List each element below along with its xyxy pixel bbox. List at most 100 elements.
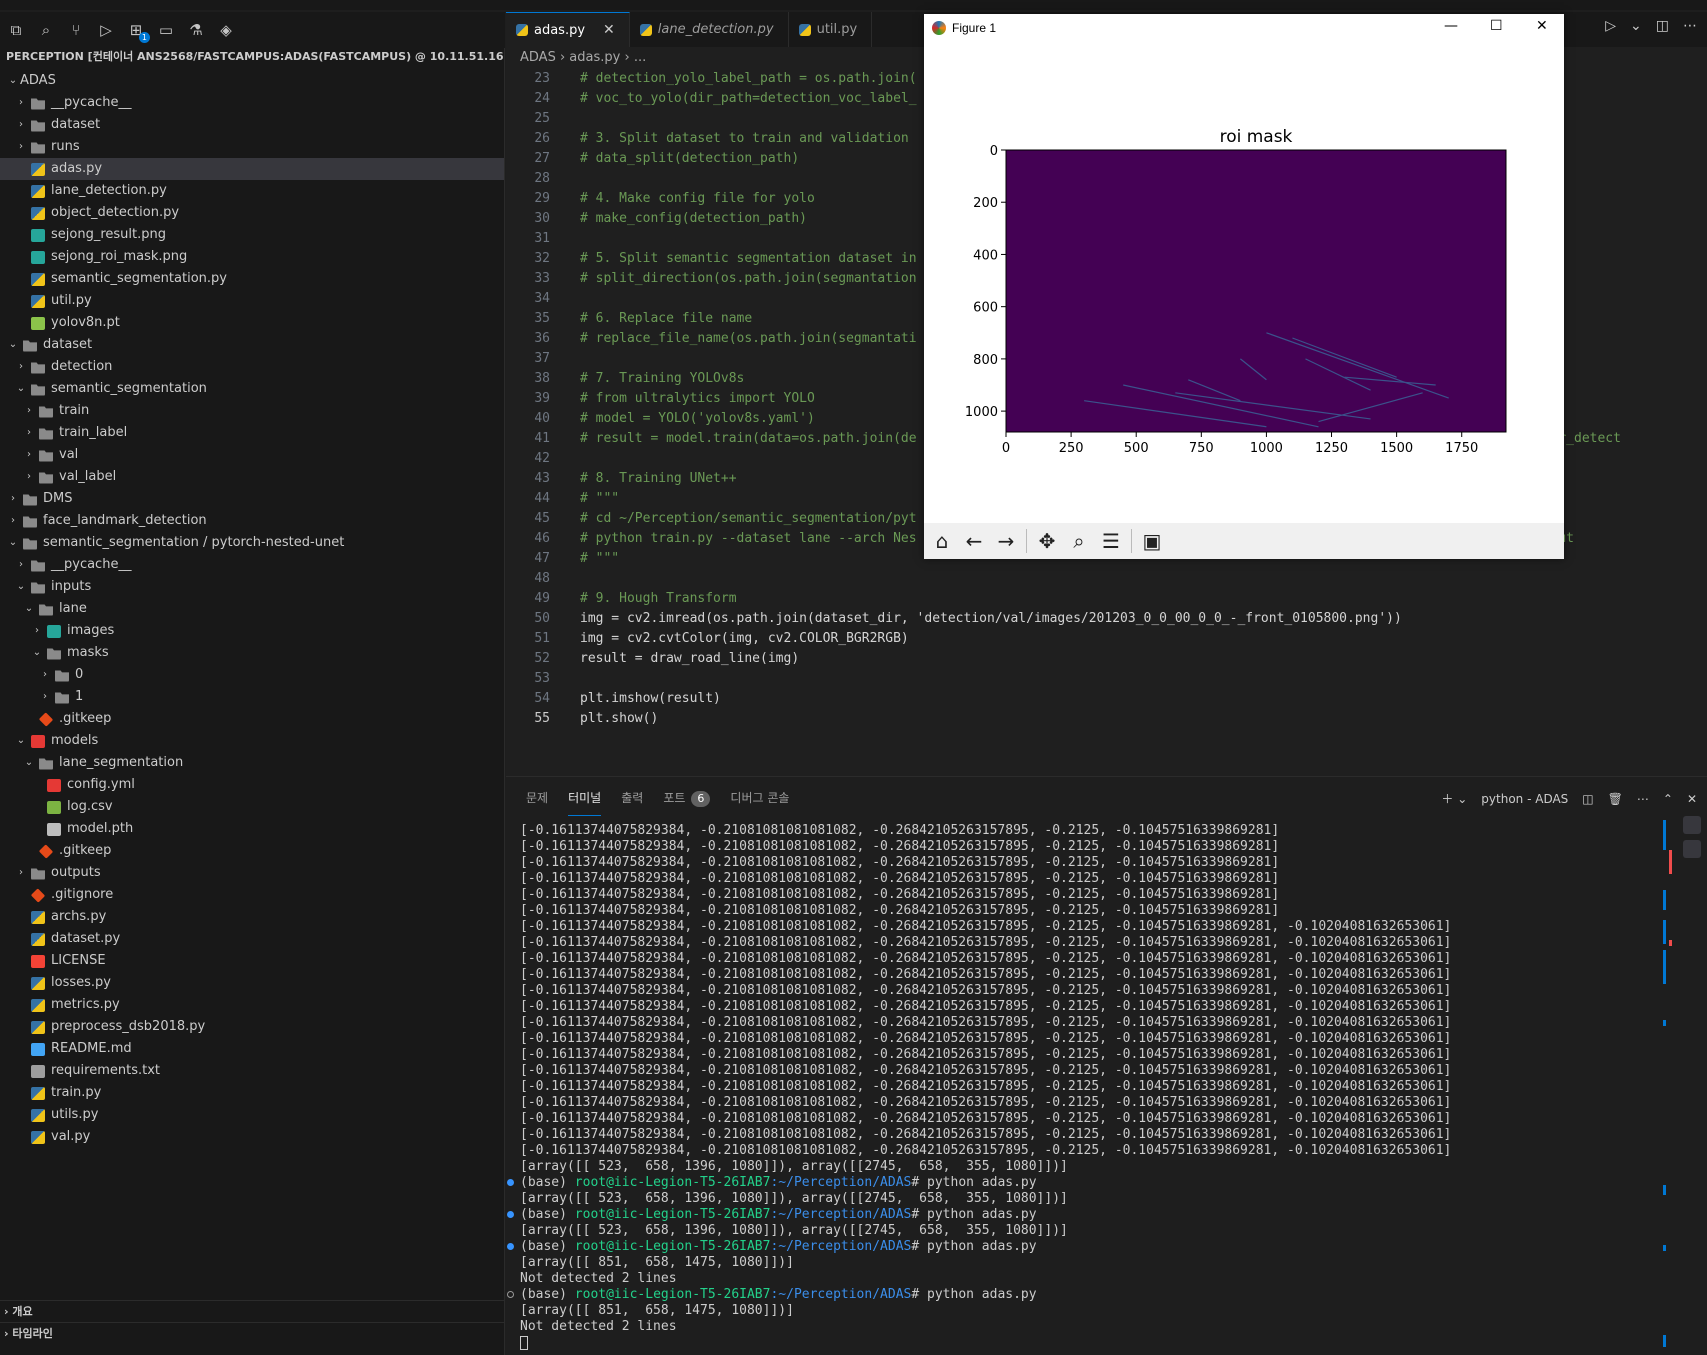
tree-item[interactable]: › outputs — [0, 862, 504, 884]
tree-item[interactable]: › dataset — [0, 114, 504, 136]
chevron-down-icon[interactable]: ⌄ — [22, 752, 36, 774]
command-status-icon[interactable] — [507, 1179, 514, 1186]
breadcrumb-root[interactable]: ADAS — [520, 50, 556, 65]
terminal-output[interactable]: [-0.16113744075829384, -0.21081081081081… — [507, 823, 1650, 1351]
tree-item[interactable]: lane_detection.py — [0, 180, 504, 202]
tab-lane-detection[interactable]: lane_detection.py — [629, 12, 789, 47]
trash-icon[interactable]: 🗑 — [1608, 792, 1623, 806]
run-debug-icon[interactable]: ▷ — [96, 20, 116, 40]
figure-window[interactable]: Figure 1 — ☐ ✕ roi mask 0 250 500 750 1000 125… — [924, 14, 1564, 559]
chevron-right-icon[interactable]: › — [6, 488, 20, 510]
chevron-right-icon[interactable]: › — [30, 620, 44, 642]
tree-item[interactable]: LICENSE — [0, 950, 504, 972]
maximize-panel-icon[interactable]: ⌃ — [1663, 792, 1673, 806]
tree-item[interactable]: ⌄ semantic_segmentation — [0, 378, 504, 400]
panel-tab[interactable]: 디버그 콘솔 — [730, 780, 789, 816]
chevron-right-icon[interactable]: › — [22, 422, 36, 444]
minimize-icon[interactable]: — — [1444, 18, 1458, 34]
tree-item[interactable]: › images — [0, 620, 504, 642]
chevron-down-icon[interactable]: ⌄ — [1630, 18, 1642, 34]
terminal-name[interactable]: python - ADAS — [1481, 792, 1568, 806]
panel-tab[interactable]: 문제 — [526, 780, 548, 816]
tree-item[interactable]: › face_landmark_detection — [0, 510, 504, 532]
source-control-icon[interactable]: ⑂ — [66, 20, 86, 40]
more-icon[interactable]: ⋯ — [1683, 18, 1697, 34]
terminal-instance-icon[interactable] — [1683, 840, 1701, 858]
tree-item[interactable]: train.py — [0, 1082, 504, 1104]
chevron-right-icon[interactable]: › — [22, 444, 36, 466]
tree-item[interactable]: requirements.txt — [0, 1060, 504, 1082]
remote-explorer-icon[interactable]: ▭ — [156, 20, 176, 40]
tree-item[interactable]: val.py — [0, 1126, 504, 1148]
tree-item[interactable]: sejong_roi_mask.png — [0, 246, 504, 268]
code-line[interactable]: 48 — [506, 569, 1707, 589]
chevron-down-icon[interactable]: ⌄ — [30, 642, 44, 664]
extensions-icon[interactable]: ⊞ 1 — [126, 20, 150, 43]
tree-item[interactable]: ⌄ dataset — [0, 334, 504, 356]
tree-item[interactable]: ⌄ masks — [0, 642, 504, 664]
tree-item[interactable]: › 1 — [0, 686, 504, 708]
tree-item[interactable]: › __pycache__ — [0, 554, 504, 576]
search-icon[interactable]: ⌕ — [36, 20, 56, 40]
tree-item[interactable]: utils.py — [0, 1104, 504, 1126]
tree-item[interactable]: preprocess_dsb2018.py — [0, 1016, 504, 1038]
chevron-right-icon[interactable]: › — [14, 114, 28, 136]
panel-divider[interactable] — [506, 776, 1707, 777]
tree-item[interactable]: losses.py — [0, 972, 504, 994]
chevron-down-icon[interactable]: ⌄ — [14, 730, 28, 752]
close-icon[interactable]: ✕ — [1687, 792, 1697, 806]
tree-item[interactable]: › detection — [0, 356, 504, 378]
code-line[interactable]: 52 result = draw_road_line(img) — [506, 649, 1707, 669]
tree-item[interactable]: › val_label — [0, 466, 504, 488]
tree-item[interactable]: .gitkeep — [0, 708, 504, 730]
chevron-down-icon[interactable]: ⌄ — [14, 378, 28, 400]
back-icon[interactable]: ← — [962, 529, 986, 553]
configure-icon[interactable]: ☰ — [1099, 529, 1123, 553]
breadcrumb-file[interactable]: adas.py — [569, 50, 620, 65]
save-icon[interactable]: ▣ — [1140, 529, 1164, 553]
tree-item[interactable]: › __pycache__ — [0, 92, 504, 114]
tree-item[interactable]: › DMS — [0, 488, 504, 510]
tree-item[interactable]: semantic_segmentation.py — [0, 268, 504, 290]
chevron-right-icon[interactable]: › — [38, 686, 52, 708]
chevron-down-icon[interactable]: ⌄ — [6, 334, 20, 356]
tree-item[interactable]: › runs — [0, 136, 504, 158]
tree-item[interactable]: › train_label — [0, 422, 504, 444]
code-line[interactable]: 49 # 9. Hough Transform — [506, 589, 1707, 609]
chevron-right-icon[interactable]: › — [14, 92, 28, 114]
command-status-icon[interactable] — [507, 1291, 514, 1298]
maximize-icon[interactable]: ☐ — [1490, 18, 1503, 34]
python-icon[interactable]: ◈ — [216, 20, 236, 40]
split-editor-icon[interactable]: ◫ — [1656, 18, 1669, 34]
roi-mask-chart[interactable]: roi mask 0 250 500 750 1000 1250 1500 1750 0 200 40… — [924, 42, 1564, 523]
tree-item[interactable]: log.csv — [0, 796, 504, 818]
tree-item[interactable]: object_detection.py — [0, 202, 504, 224]
tree-item[interactable]: ⌄ semantic_segmentation / pytorch-nested-… — [0, 532, 504, 554]
tree-item[interactable]: › train — [0, 400, 504, 422]
outline-section[interactable]: › 개요 — [0, 1300, 505, 1322]
timeline-section[interactable]: › 타임라인 — [0, 1322, 505, 1344]
chevron-right-icon[interactable]: › — [14, 862, 28, 884]
tree-item[interactable]: ⌄ inputs — [0, 576, 504, 598]
code-line[interactable]: 51 img = cv2.cvtColor(img, cv2.COLOR_BGR2… — [506, 629, 1707, 649]
code-line[interactable]: 55 plt.show() — [506, 709, 1707, 729]
command-status-icon[interactable] — [507, 1211, 514, 1218]
tab-adas[interactable]: adas.py ✕ — [506, 12, 630, 47]
chevron-right-icon[interactable]: › — [38, 664, 52, 686]
explorer-icon[interactable]: ⧉ — [6, 20, 26, 40]
tree-item[interactable]: ⌄ lane_segmentation — [0, 752, 504, 774]
tree-item[interactable]: dataset.py — [0, 928, 504, 950]
chevron-down-icon[interactable]: ⌄ — [22, 598, 36, 620]
testing-icon[interactable]: ⚗ — [186, 20, 206, 40]
tab-util[interactable]: util.py — [788, 12, 873, 47]
chevron-right-icon[interactable]: › — [22, 400, 36, 422]
tree-item[interactable]: README.md — [0, 1038, 504, 1060]
code-line[interactable]: 50 img = cv2.imread(os.path.join(dataset_… — [506, 609, 1707, 629]
code-line[interactable]: 54 plt.imshow(result) — [506, 689, 1707, 709]
terminal-prompt-line[interactable] — [520, 1335, 1650, 1351]
tree-item[interactable]: metrics.py — [0, 994, 504, 1016]
forward-icon[interactable]: → — [994, 529, 1018, 553]
more-icon[interactable]: ⋯ — [1637, 792, 1649, 806]
tree-item[interactable]: util.py — [0, 290, 504, 312]
tree-item[interactable]: archs.py — [0, 906, 504, 928]
